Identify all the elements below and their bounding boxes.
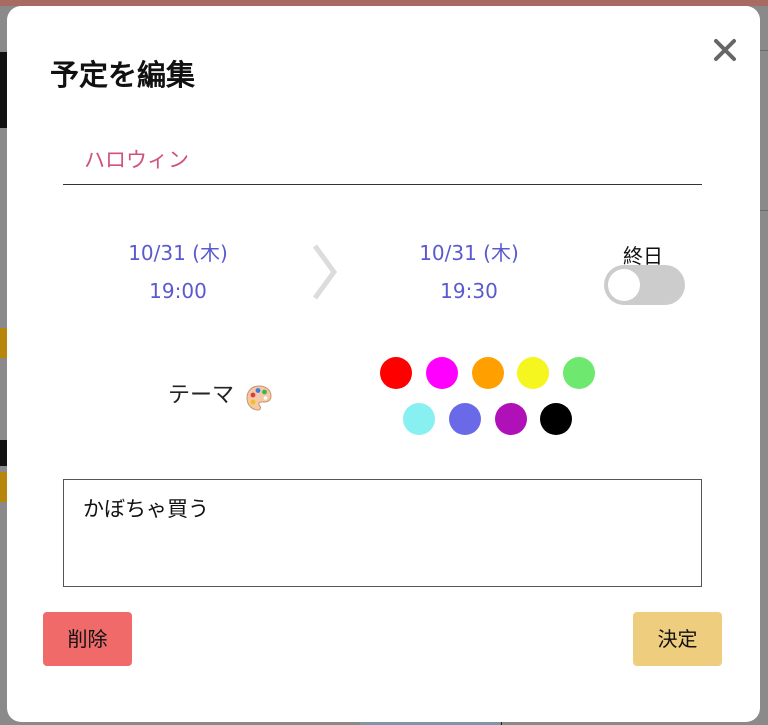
theme-color-magenta[interactable] [426, 357, 458, 389]
close-icon[interactable] [709, 34, 741, 66]
theme-color-green[interactable] [563, 357, 595, 389]
end-time[interactable]: 19:30 [389, 272, 549, 310]
theme-color-cyan[interactable] [403, 403, 435, 435]
memo-textarea[interactable]: かぼちゃ買う [63, 479, 702, 587]
theme-color-purple[interactable] [495, 403, 527, 435]
theme-color-red[interactable] [380, 357, 412, 389]
theme-color-black[interactable] [540, 403, 572, 435]
toggle-knob [608, 269, 640, 301]
confirm-button[interactable]: 決定 [633, 612, 722, 666]
theme-color-orange[interactable] [472, 357, 504, 389]
modal-title: 予定を編集 [50, 58, 196, 92]
background-block [0, 52, 7, 128]
palette-icon [246, 385, 272, 411]
theme-color-yellow[interactable] [517, 357, 549, 389]
start-date[interactable]: 10/31 (木) [98, 234, 258, 272]
edit-event-modal: 予定を編集 10/31 (木) 19:00 10/31 (木) 19:30 終日… [7, 6, 760, 722]
background-event [0, 328, 7, 358]
event-title-input[interactable] [63, 134, 702, 185]
end-date[interactable]: 10/31 (木) [389, 234, 549, 272]
background-gridline [760, 50, 768, 51]
theme-label: テーマ [168, 383, 235, 408]
end-datetime: 10/31 (木) 19:30 [389, 234, 549, 310]
start-time[interactable]: 19:00 [98, 272, 258, 310]
background-gridline [760, 210, 768, 211]
all-day-toggle[interactable] [604, 265, 685, 305]
start-datetime: 10/31 (木) 19:00 [98, 234, 258, 310]
chevron-right-icon [312, 244, 338, 300]
background-event [0, 472, 7, 502]
background-block [0, 440, 7, 466]
delete-button[interactable]: 削除 [43, 612, 132, 666]
theme-color-blue[interactable] [449, 403, 481, 435]
